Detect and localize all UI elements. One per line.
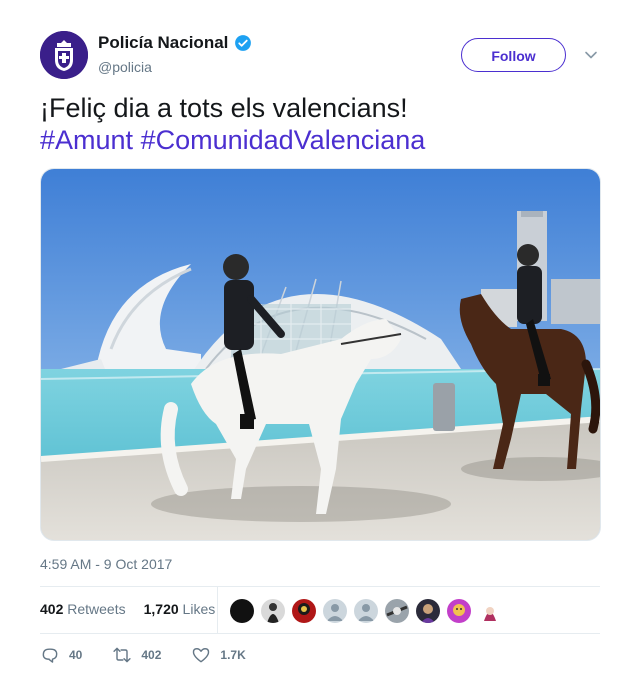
tweet-actions: 40 402 1.7K [40,645,276,665]
liker-avatar[interactable] [353,598,379,624]
like-button[interactable]: 1.7K [191,645,246,665]
retweet-button[interactable]: 402 [112,645,161,665]
tweet-stats: 402 Retweets 1,720 Likes [40,601,215,617]
retweets-label: Retweets [67,601,126,617]
liker-avatars [229,598,503,624]
liker-avatar[interactable] [229,598,255,624]
divider [40,633,600,634]
liker-avatar[interactable] [446,598,472,624]
account-name-row[interactable]: Policía Nacional [98,33,252,53]
avatar[interactable] [40,31,88,79]
likes-stat[interactable]: 1,720 Likes [144,601,216,617]
liker-avatar[interactable] [477,598,503,624]
divider [40,586,600,587]
reply-icon [42,648,58,663]
tweet-photo[interactable] [40,168,601,541]
account-name[interactable]: Policía Nacional [98,33,228,53]
retweets-stat[interactable]: 402 Retweets [40,601,126,617]
hashtag-link[interactable]: #Amunt [40,125,133,155]
liker-avatar[interactable] [322,598,348,624]
hashtag-link[interactable]: #ComunidadValenciana [141,125,426,155]
verified-badge-icon [235,35,252,51]
reply-count: 40 [69,648,83,662]
tweet-text: ¡Feliç dia a tots els valencians! [40,93,408,123]
like-icon [193,648,210,663]
follow-button[interactable]: Follow [461,38,566,72]
chevron-down-icon[interactable] [584,48,598,62]
reply-button[interactable]: 40 [40,645,82,665]
likes-count: 1,720 [143,601,179,617]
tweet-timestamp[interactable]: 4:59 AM - 9 Oct 2017 [40,556,172,572]
retweet-icon [113,647,131,663]
liker-avatar[interactable] [384,598,410,624]
liker-avatar[interactable] [260,598,286,624]
police-crest-icon [40,31,88,79]
liker-avatar[interactable] [291,598,317,624]
retweets-count: 402 [40,601,64,617]
mounted-police-photo [41,169,600,540]
tweet-text-block: ¡Feliç dia a tots els valencians! #Amunt… [40,92,600,156]
account-handle[interactable]: @policia [98,59,152,75]
liker-avatar[interactable] [415,598,441,624]
stats-divider [217,587,218,633]
like-count: 1.7K [220,648,246,662]
retweet-count: 402 [141,648,162,662]
likes-label: Likes [182,601,216,617]
